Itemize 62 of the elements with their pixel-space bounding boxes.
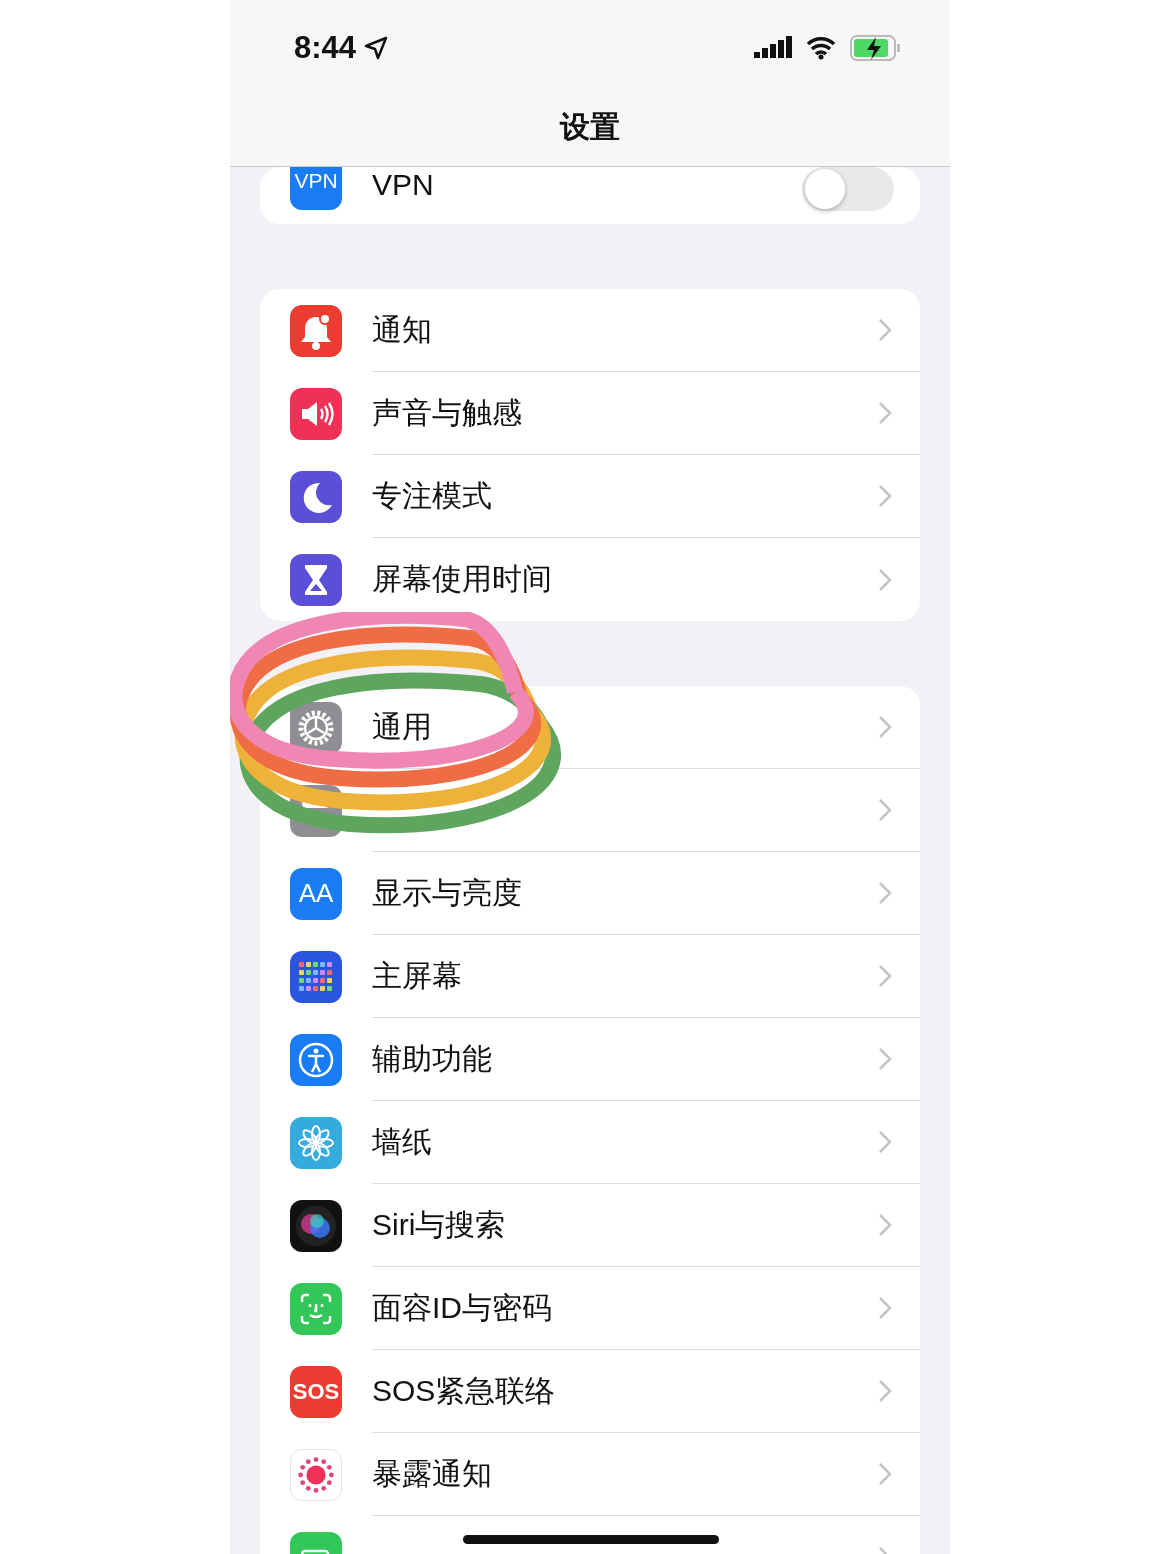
face-scan-icon xyxy=(290,1282,342,1335)
settings-row[interactable]: 暴露通知 xyxy=(260,1433,920,1516)
settings-row[interactable]: 通用 xyxy=(260,686,920,769)
location-arrow-icon xyxy=(364,35,389,60)
row-label: 辅助功能 xyxy=(372,1040,493,1077)
person-icon xyxy=(290,1033,342,1086)
app-grid-icon xyxy=(290,950,342,1003)
row-label: 屏幕使用时间 xyxy=(372,561,553,597)
row-label: Siri与搜索 xyxy=(372,1206,507,1243)
speaker-icon xyxy=(290,387,342,440)
chevron-icon xyxy=(878,1130,892,1154)
chevron-icon xyxy=(878,1462,892,1486)
toggle-switch[interactable] xyxy=(802,167,894,211)
settings-row[interactable]: Siri与搜索 xyxy=(260,1184,920,1267)
page-title: 设置 xyxy=(558,109,621,145)
row-label: 显示与亮度 xyxy=(372,874,523,911)
chevron-icon xyxy=(878,484,892,508)
row-label: 通用 xyxy=(372,708,433,745)
chevron-icon xyxy=(878,1213,892,1237)
settings-row[interactable]: 墙纸 xyxy=(260,1101,920,1184)
row-label: 专注模式 xyxy=(372,477,493,514)
status-time: 8:44 xyxy=(294,29,357,66)
orb-icon xyxy=(290,1199,342,1252)
wifi-icon xyxy=(806,35,836,60)
row-label: 墙纸 xyxy=(372,1123,433,1160)
settings-row[interactable]: AA 显示与亮度 xyxy=(260,852,920,935)
settings-row[interactable]: 声音与触感 xyxy=(260,372,920,455)
settings-row[interactable]: 主屏幕 xyxy=(260,935,920,1018)
row-label: 声音与触感 xyxy=(372,394,523,431)
battery-charging-icon xyxy=(850,34,902,61)
moon-icon xyxy=(290,470,342,523)
chevron-icon xyxy=(878,567,892,592)
chevron-icon xyxy=(878,964,892,988)
settings-row[interactable]: VPN VPN xyxy=(260,167,920,224)
bell-icon xyxy=(290,304,342,357)
chevron-icon xyxy=(878,881,892,905)
settings-row[interactable]: 专注模式 xyxy=(260,455,920,538)
chevron-icon xyxy=(878,401,892,425)
row-label: 面容ID与密码 xyxy=(372,1289,553,1326)
dots-ring-icon xyxy=(290,1448,342,1501)
hourglass-icon xyxy=(290,553,342,606)
row-label: SOS紧急联络 xyxy=(372,1372,557,1409)
chevron-icon xyxy=(878,1379,892,1403)
row-label: 主屏幕 xyxy=(372,957,463,994)
chevron-icon xyxy=(878,318,892,342)
row-label: VPN xyxy=(372,167,435,203)
settings-row[interactable]: 面容ID与密码 xyxy=(260,1267,920,1350)
chevron-icon xyxy=(878,798,892,822)
settings-row[interactable]: SOS SOS紧急联络 xyxy=(260,1350,920,1433)
sos-icon: SOS xyxy=(290,1365,342,1418)
row-label: 通知 xyxy=(372,311,433,348)
settings-row[interactable]: 辅助功能 xyxy=(260,1018,920,1101)
flower-icon xyxy=(290,1116,342,1169)
settings-row[interactable]: 屏幕使用时间 xyxy=(260,538,920,621)
text-size-icon: AA xyxy=(290,867,342,920)
row-label: 暴露通知 xyxy=(372,1455,493,1492)
settings-row[interactable]: 通知 xyxy=(260,289,920,372)
signal-icon xyxy=(754,35,792,60)
vpn-icon: VPN xyxy=(290,167,342,210)
chevron-icon xyxy=(878,1296,892,1320)
chevron-icon xyxy=(878,715,892,739)
chevron-icon xyxy=(878,1047,892,1071)
